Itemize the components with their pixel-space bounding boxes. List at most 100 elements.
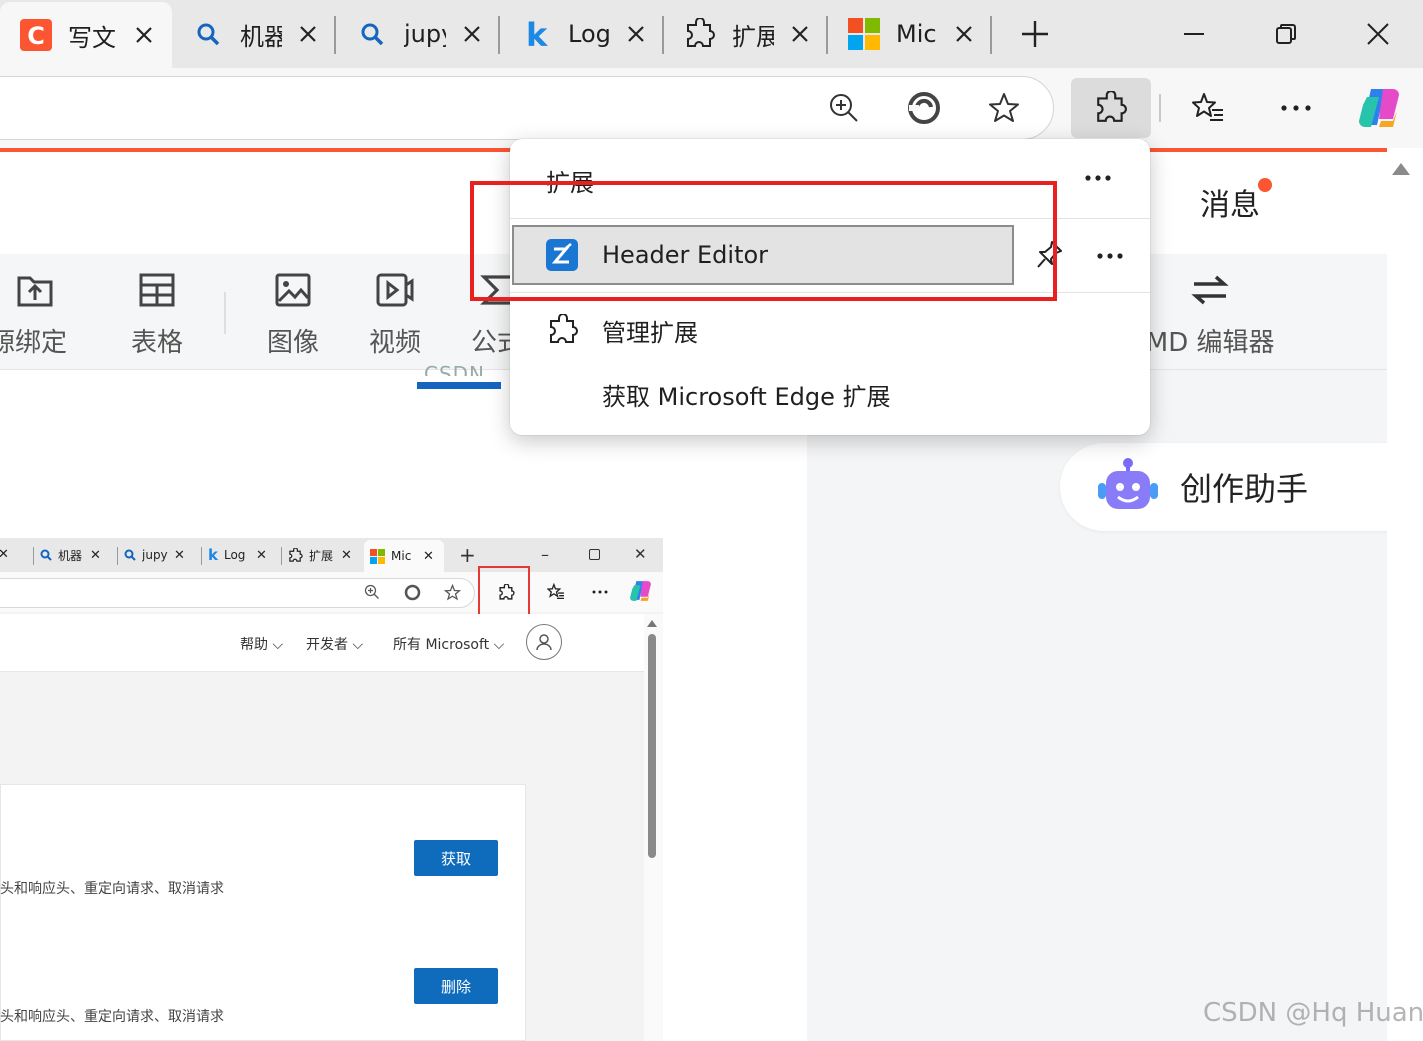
writing-assistant-button[interactable]: 创作助手 bbox=[1060, 443, 1400, 531]
more-dots-icon bbox=[1097, 253, 1123, 259]
watermark: CSDN @Hq Huang bbox=[1203, 998, 1423, 1028]
tool-label: 图像 bbox=[266, 328, 319, 358]
zoom-in-icon bbox=[830, 94, 858, 122]
embed-toolbar bbox=[0, 572, 663, 612]
search-icon bbox=[124, 549, 136, 561]
favorites-list-icon bbox=[1192, 93, 1223, 121]
close-icon[interactable] bbox=[460, 20, 484, 48]
tab-title: jupy bbox=[142, 548, 168, 562]
flyout-more-button[interactable] bbox=[1078, 163, 1118, 193]
tab-title: 写文章 bbox=[68, 23, 116, 52]
embed-tab: k Log ✕ bbox=[208, 538, 284, 572]
edge-refresh-icon bbox=[400, 580, 424, 604]
tab-login[interactable]: k Login bbox=[500, 0, 662, 68]
new-tab-button[interactable] bbox=[1015, 14, 1055, 54]
close-icon: ✕ bbox=[423, 548, 434, 564]
restore-icon bbox=[589, 549, 600, 560]
tab-separator bbox=[201, 547, 202, 565]
tab-title: 机器学习 bbox=[240, 22, 282, 51]
favorites-button[interactable] bbox=[1184, 84, 1232, 132]
star-icon bbox=[440, 580, 464, 604]
account-avatar-icon bbox=[526, 624, 562, 660]
tab-title: Mic bbox=[391, 549, 412, 563]
tab-strip: C 写文章 机器学习 jupyter k Login bbox=[0, 0, 1423, 68]
scroll-up-arrow-icon bbox=[647, 620, 657, 627]
page-scrollbar[interactable] bbox=[1387, 152, 1423, 1041]
tab-extensions[interactable]: 扩展 bbox=[664, 0, 826, 68]
extensions-icon-holder bbox=[1087, 84, 1135, 132]
tab-title: Microsoft bbox=[896, 20, 938, 48]
video-icon bbox=[375, 270, 415, 310]
tab-title: 扩展 bbox=[732, 22, 774, 51]
tab-title: Login bbox=[568, 20, 610, 48]
close-icon[interactable] bbox=[296, 20, 320, 48]
get-edge-extensions-item[interactable]: 获取 Microsoft Edge 扩展 bbox=[510, 365, 1150, 423]
tool-label: 视频 bbox=[368, 328, 421, 358]
active-tab-underline bbox=[417, 382, 501, 389]
get-extensions-label: 获取 Microsoft Edge 扩展 bbox=[602, 382, 891, 411]
search-icon bbox=[40, 549, 52, 561]
manage-extensions-item[interactable]: 管理扩展 bbox=[510, 301, 1150, 359]
tab-separator bbox=[990, 16, 992, 54]
tab-title: jupyter bbox=[404, 20, 446, 48]
toolbar-separator bbox=[1159, 94, 1161, 122]
close-window-button[interactable] bbox=[1358, 14, 1398, 54]
search-icon bbox=[356, 18, 388, 50]
embed-tab: 扩展 ✕ bbox=[288, 538, 364, 572]
close-icon[interactable] bbox=[130, 21, 158, 49]
puzzle-icon bbox=[546, 313, 580, 347]
tab-separator bbox=[33, 547, 34, 565]
more-dots-icon bbox=[1085, 175, 1111, 181]
scroll-up-arrow-icon[interactable] bbox=[1392, 163, 1410, 175]
tool-resource-binding[interactable]: 资源绑定 bbox=[0, 254, 100, 370]
tab-separator bbox=[281, 547, 282, 565]
minimize-button[interactable] bbox=[1174, 14, 1214, 54]
minimize-icon: – bbox=[541, 545, 549, 564]
close-icon: ✕ bbox=[90, 547, 101, 563]
plus-icon bbox=[1022, 21, 1048, 47]
read-aloud-button[interactable] bbox=[900, 84, 948, 132]
tab-title: 机器 bbox=[58, 548, 83, 563]
embed-description: 头和响应头、重定向请求、取消请求 bbox=[0, 1009, 224, 1025]
robot-icon bbox=[1096, 457, 1160, 517]
svg-text:C: C bbox=[27, 22, 45, 50]
close-icon: ✕ bbox=[341, 547, 352, 563]
tab-title: Log bbox=[223, 548, 246, 562]
tool-video[interactable]: 视频 bbox=[356, 254, 434, 370]
messages-link[interactable]: 消息 bbox=[1200, 180, 1260, 224]
tab-microsoft[interactable]: Microsoft bbox=[828, 0, 990, 68]
address-bar[interactable] bbox=[0, 76, 1054, 140]
puzzle-icon bbox=[684, 18, 716, 50]
favorite-button[interactable] bbox=[980, 84, 1028, 132]
settings-more-button[interactable] bbox=[1272, 84, 1320, 132]
star-icon bbox=[989, 93, 1019, 122]
tab-write-article[interactable]: C 写文章 bbox=[0, 2, 172, 68]
puzzle-icon bbox=[289, 547, 303, 562]
table-icon bbox=[137, 270, 177, 310]
restore-button[interactable] bbox=[1266, 14, 1306, 54]
tool-image[interactable]: 图像 bbox=[254, 254, 332, 370]
close-icon[interactable] bbox=[952, 20, 976, 48]
upload-folder-icon bbox=[15, 270, 55, 310]
embed-get-button: 获取 bbox=[414, 840, 498, 876]
copilot-icon bbox=[629, 579, 653, 603]
embed-tab: 机器 ✕ bbox=[40, 538, 116, 572]
notification-dot bbox=[1258, 178, 1272, 192]
swap-icon bbox=[1190, 270, 1230, 310]
plus-icon: + bbox=[459, 543, 476, 567]
tool-label: 资源绑定 bbox=[0, 328, 67, 358]
close-icon[interactable] bbox=[624, 20, 648, 48]
close-icon: ✕ bbox=[634, 545, 647, 563]
tab-jupyter[interactable]: jupyter bbox=[336, 0, 498, 68]
zoom-button[interactable] bbox=[820, 84, 868, 132]
minimize-icon bbox=[1184, 33, 1204, 35]
copilot-button[interactable] bbox=[1356, 84, 1404, 132]
tab-machine-learning[interactable]: 机器学习 bbox=[172, 0, 334, 68]
extension-more-button[interactable] bbox=[1090, 241, 1130, 271]
manage-extensions-label: 管理扩展 bbox=[602, 318, 698, 347]
tool-table[interactable]: 表格 bbox=[118, 254, 196, 370]
close-icon[interactable] bbox=[788, 20, 812, 48]
tab-title: 扩展 bbox=[309, 548, 334, 563]
toolbar-divider bbox=[224, 292, 226, 334]
embedded-screenshot: ✕ 机器 ✕ jupy ✕ k Log ✕ 扩展 ✕ Mic ✕ + – ✕ 帮… bbox=[0, 538, 663, 1041]
